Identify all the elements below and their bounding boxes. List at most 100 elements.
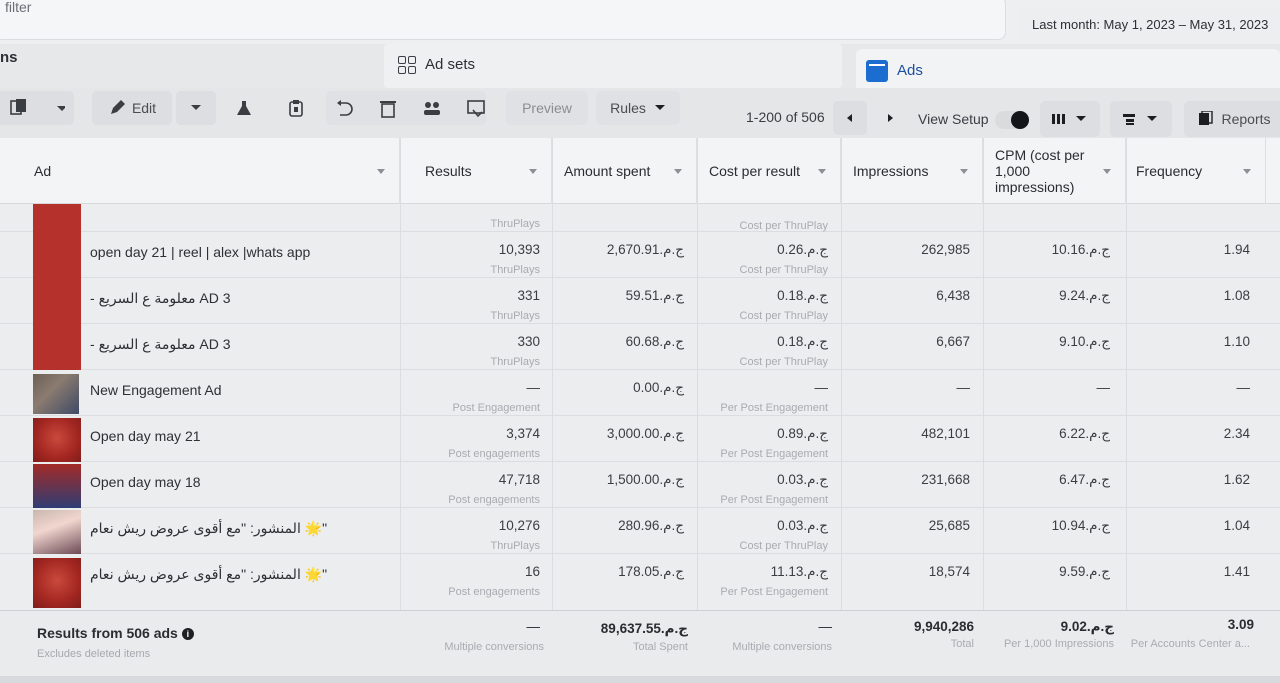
frequency-value: 1.04	[1223, 518, 1250, 533]
ad-thumbnail	[33, 324, 81, 370]
grid-icon	[398, 56, 416, 74]
horizontal-scrollbar[interactable]	[0, 676, 1280, 683]
tab-campaigns[interactable]: ns	[0, 49, 18, 66]
table-row[interactable]: المنشور: "مع أقوى عروض ريش نعام 🌟" 16 Po…	[0, 554, 1280, 610]
ad-name[interactable]: المنشور: "مع أقوى عروض ريش نعام 🌟"	[90, 520, 327, 537]
impressions-value: —	[956, 380, 971, 395]
results-value: 3,374	[506, 426, 540, 441]
ad-thumbnail	[33, 558, 81, 608]
ad-name[interactable]: - معلومة ع السريع AD 3	[90, 336, 231, 353]
column-header-amount-spent[interactable]: Amount spent	[552, 138, 697, 204]
cost-per-result-value: 0.18ج.م.‏	[777, 334, 828, 349]
cost-per-result-type: Per Post Engagement	[720, 494, 828, 506]
column-impressions-label: Impressions	[853, 163, 929, 179]
totals-subtitle: Excludes deleted items	[37, 648, 151, 660]
column-header-ad[interactable]: Ad	[0, 138, 400, 204]
table-row[interactable]: المنشور: "مع أقوى عروض ريش نعام 🌟" 10,27…	[0, 508, 1280, 554]
view-setup-label: View Setup	[918, 111, 989, 127]
ad-name[interactable]: Open day may 21	[90, 428, 201, 444]
columns-button[interactable]	[1040, 101, 1100, 137]
ad-name[interactable]: - معلومة ع السريع AD 3	[90, 290, 231, 307]
table-row-partial[interactable]: ThruPlays Cost per ThruPlay	[0, 204, 1280, 232]
cost-per-result-value: 11.13ج.م.‏	[770, 564, 828, 579]
table-row[interactable]: Open day may 21 3,374 Post engagements 3…	[0, 416, 1280, 462]
cost-per-result-value: —	[814, 380, 829, 395]
edit-label: Edit	[131, 100, 157, 116]
duplicate-button[interactable]	[0, 91, 74, 125]
sort-caret-icon	[529, 169, 537, 174]
edit-button[interactable]: Edit	[92, 91, 172, 125]
cpm-label-line2: 1,000	[995, 163, 1031, 179]
ad-name[interactable]: المنشور: "مع أقوى عروض ريش نعام 🌟"	[90, 566, 327, 583]
ad-name[interactable]: Open day may 18	[90, 474, 201, 490]
view-setup-toggle[interactable]	[995, 111, 1029, 129]
rules-dropdown[interactable]: Rules	[596, 91, 680, 125]
total-amount-spent-sub: Total Spent	[632, 641, 688, 653]
cpm-value: —	[1096, 380, 1111, 395]
column-header-cost-per-result[interactable]: Cost per result	[697, 138, 841, 204]
cost-per-result-value: 0.89ج.م.‏	[777, 426, 828, 441]
totals-title: Results from 506 ads i	[37, 625, 194, 641]
cost-per-result-type: Per Post Engagement	[720, 402, 828, 414]
ad-thumbnail	[33, 418, 81, 462]
preview-button[interactable]: Preview	[506, 91, 588, 125]
ad-name[interactable]: open day 21 | reel | alex |whats app	[90, 244, 310, 260]
filter-placeholder: filter	[5, 0, 32, 15]
table-row[interactable]: open day 21 | reel | alex |whats app 10,…	[0, 232, 1280, 278]
previous-page-button[interactable]	[833, 101, 867, 135]
column-header-frequency[interactable]: Frequency	[1126, 138, 1266, 204]
next-page-button[interactable]	[875, 101, 905, 135]
column-header-results[interactable]: Results	[400, 138, 552, 204]
filter-input[interactable]: filter	[0, 0, 1006, 40]
ad-thumbnail	[33, 278, 81, 324]
edit-dropdown-button[interactable]	[176, 91, 216, 125]
total-amount-spent: 89,637.55ج.م.‏	[600, 621, 688, 636]
amount-spent-value: 1,500.00ج.م.‏	[606, 472, 684, 487]
tab-ad-sets[interactable]: Ad sets	[384, 44, 842, 88]
results-type: Post engagements	[448, 448, 540, 460]
column-header-cpm[interactable]: CPM (cost per 1,000 impressions)	[983, 138, 1126, 204]
pagination-text: 1-200 of 506	[746, 109, 825, 125]
column-header-impressions[interactable]: Impressions	[841, 138, 983, 204]
impressions-value: 6,667	[936, 334, 970, 349]
clipboard-button[interactable]	[278, 91, 314, 125]
totals-title-text: Results from 506 ads	[37, 625, 178, 641]
impressions-value: 6,438	[936, 288, 970, 303]
total-frequency: 3.09	[1227, 617, 1254, 632]
ab-test-button[interactable]	[226, 91, 262, 125]
action-group	[326, 91, 486, 125]
reports-label: Reports	[1221, 111, 1271, 127]
table-row[interactable]: Open day may 18 47,718 Post engagements …	[0, 462, 1280, 508]
cost-per-result-type: Cost per ThruPlay	[739, 310, 828, 322]
cpm-value: 6.47ج.م.‏	[1059, 472, 1110, 487]
info-icon[interactable]: i	[181, 628, 194, 640]
table-row[interactable]: - معلومة ع السريع AD 3 330 ThruPlays 60.…	[0, 324, 1280, 370]
filter-bar: filter Last month: May 1, 2023 – May 31,…	[0, 0, 1280, 44]
rules-label: Rules	[610, 100, 646, 116]
preview-label: Preview	[522, 100, 572, 116]
frequency-value: 1.62	[1223, 472, 1250, 487]
cpm-label-line1: CPM (cost per	[995, 147, 1085, 163]
cost-per-result-value: 0.18ج.م.‏	[777, 288, 828, 303]
total-results: —	[526, 619, 541, 634]
toolbar: Edit Preview Rules 1-200 of 506 View Set…	[0, 88, 1280, 138]
frequency-value: 1.10	[1223, 334, 1250, 349]
cost-per-result-value: 0.26ج.م.‏	[777, 242, 828, 257]
frequency-value: 1.41	[1223, 564, 1250, 579]
ad-name[interactable]: New Engagement Ad	[90, 382, 222, 398]
table-row[interactable]: - معلومة ع السريع AD 3 331 ThruPlays 59.…	[0, 278, 1280, 324]
column-ad-label: Ad	[34, 163, 52, 179]
cost-per-result-type: Cost per ThruPlay	[739, 264, 828, 276]
date-range-picker[interactable]: Last month: May 1, 2023 – May 31, 2023	[1018, 8, 1280, 42]
results-type: ThruPlays	[490, 264, 540, 276]
column-frequency-label: Frequency	[1136, 163, 1203, 179]
table-row[interactable]: New Engagement Ad — Post Engagement 0.00…	[0, 370, 1280, 416]
frequency-value: 1.94	[1223, 242, 1250, 257]
sort-caret-icon	[674, 169, 682, 174]
ads-icon	[866, 60, 888, 82]
breakdown-button[interactable]	[1110, 101, 1172, 137]
reports-button[interactable]: Reports	[1184, 101, 1280, 137]
totals-row: Results from 506 ads i Excludes deleted i…	[0, 610, 1280, 683]
results-type: ThruPlays	[490, 540, 540, 552]
cpm-value: 9.10ج.م.‏	[1059, 334, 1110, 349]
